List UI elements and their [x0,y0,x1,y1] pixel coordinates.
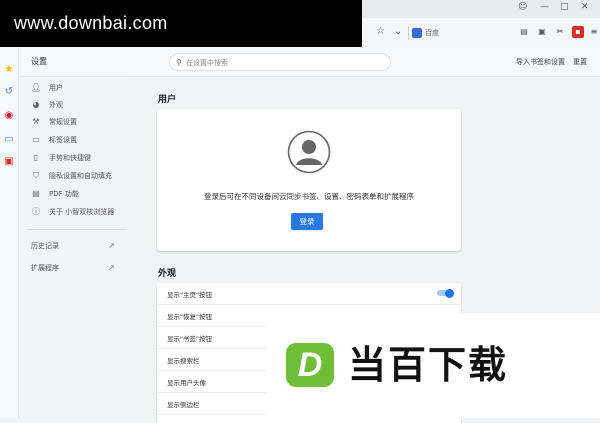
users-section-title: 用户 [158,95,177,105]
wrench-icon: ⚒ [32,117,40,126]
history-icon[interactable]: ↺ [3,86,15,98]
app-icon[interactable]: ▪ [572,26,584,38]
close-button[interactable]: ✕ [581,2,589,12]
login-prompt: 登录后可在不同设备间云同步书签、设置、密码表单和扩展程序 [204,192,414,201]
avatar-icon [287,130,331,174]
sidebar-item-tabs[interactable]: ▭ 标签设置 [31,133,77,147]
external-link-icon: ↗ [108,241,115,250]
mouse-icon: ▯ [33,153,39,162]
palette-icon: ◕ [32,100,40,109]
weibo-icon[interactable]: ◉ [3,110,15,122]
import-bookmarks-link[interactable]: 导入书签和设置 [516,57,565,67]
sidebar-item-gestures[interactable]: ▯ 手势和快捷键 [31,151,91,165]
sidebar-item-privacy[interactable]: ⛉ 隐私设置和自动填充 [31,169,112,183]
reader-icon[interactable]: ▤ [518,26,530,38]
reset-link[interactable]: 重置 [573,57,587,67]
sidebar-item-appearance[interactable]: ◕ 外观 [31,98,64,112]
home-button-toggle[interactable] [437,288,454,298]
user-card: 登录后可在不同设备间云同步书签、设置、密码表单和扩展程序 登录 [157,109,461,251]
baidu-icon [412,28,422,38]
settings-header: 设置 ⚲ 在设置中搜索 导入书签和设置 重置 [19,48,600,77]
maximize-button[interactable]: □ [560,2,569,12]
login-button[interactable]: 登录 [291,213,323,230]
appearance-section-title: 外观 [158,269,177,279]
toggle-knob [445,288,454,298]
sidebar-item-about[interactable]: ⓘ 关于 小智双核浏览器 [31,205,114,219]
settings-search-input[interactable]: ⚲ 在设置中搜索 [169,53,391,71]
watermark-logo: D 当百下载 [266,313,600,418]
shield-icon: ⛉ [33,171,39,180]
downbai-logo-icon: D [286,343,334,387]
settings-sidebar: 👤︎ 用户 ◕ 外观 ⚒ 常规设置 ▭ 标签设置 ▯ 手势和快捷键 ⛉ 隐私设置和自动填充 … [19,77,129,418]
search-icon: ⚲ [176,58,182,67]
bookmark-icon[interactable]: ▣ [536,26,548,38]
scissors-icon[interactable]: ✂ [554,26,566,38]
search-engine-box[interactable]: 百度 [408,26,512,40]
minimize-button[interactable]: — [540,2,549,12]
watermark-banner: www.downbai.com [0,0,362,47]
feedback-icon[interactable]: ☺ [518,2,527,12]
page-title: 设置 [31,57,47,66]
office-icon[interactable]: ▣ [3,156,15,168]
sidebar-divider [27,229,127,230]
sidebar-item-general[interactable]: ⚒ 常规设置 [31,115,77,129]
sidebar-item-history[interactable]: 历史记录 ↗ [31,241,115,251]
menu-icon[interactable]: ≡ [588,26,600,38]
notes-icon[interactable]: ▭ [3,134,15,146]
sidebar-item-extensions[interactable]: 扩展程序 ↗ [31,263,115,273]
star-icon[interactable]: ☆ [376,26,385,37]
tab-icon: ▭ [32,135,40,144]
favorites-icon[interactable]: ★ [3,64,15,76]
sidebar-item-user[interactable]: 👤︎ 用户 [31,81,63,95]
search-engine-label: 百度 [425,29,439,37]
home-button-row[interactable]: 显示"主页"按钮 [157,283,461,305]
address-bar-end: ☆ ⌄ 百度 ▤ ▣ ✂ ▪ ≡ [360,22,600,44]
external-link-icon: ↗ [108,263,115,272]
person-icon: 👤︎ [31,83,42,92]
chevron-down-icon[interactable]: ⌄ [394,26,402,37]
pdf-icon: ▤ [32,189,40,198]
info-icon: ⓘ [32,207,40,216]
side-panel-bar: ★ ↺ ◉ ▭ ▣ [0,48,19,418]
search-placeholder: 在设置中搜索 [186,59,228,67]
watermark-text: 当百下载 [348,343,509,387]
sidebar-item-pdf[interactable]: ▤ PDF 功能 [31,187,79,201]
